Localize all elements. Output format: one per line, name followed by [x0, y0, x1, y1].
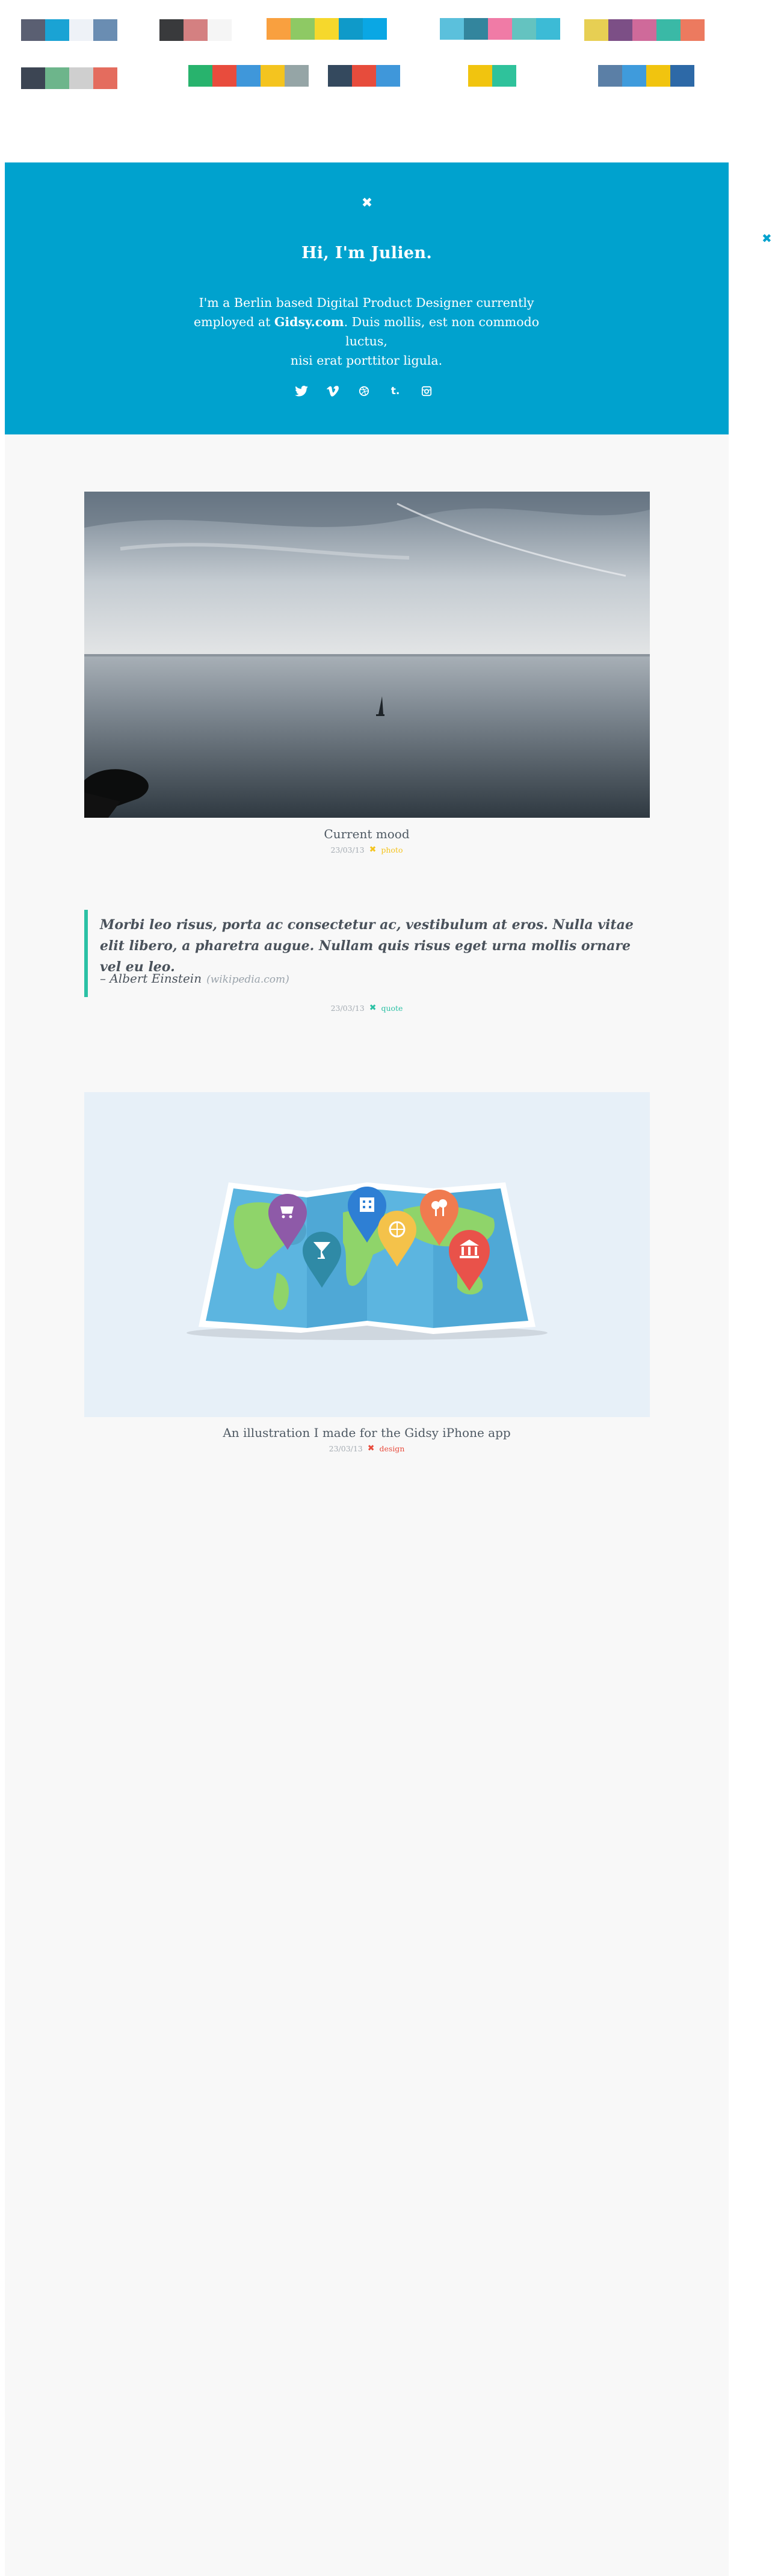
instagram-icon[interactable]	[418, 383, 435, 400]
color-swatch	[21, 19, 45, 41]
page-title: Hi, I'm Julien.	[301, 244, 433, 262]
category-link[interactable]: design	[380, 1444, 405, 1453]
color-swatch	[69, 67, 93, 89]
color-swatch	[363, 18, 387, 40]
color-swatch	[339, 18, 363, 40]
color-swatch	[670, 65, 694, 87]
color-swatch	[464, 18, 488, 40]
tumblr-icon[interactable]: t.	[387, 383, 404, 400]
quote-author: – Albert Einstein (wikipedia.com)	[100, 971, 289, 986]
color-swatch	[584, 19, 608, 41]
color-swatch	[328, 65, 352, 87]
bio-line: employed at Gidsy.com. Duis mollis, est …	[186, 312, 547, 351]
quote-source-link[interactable]: (wikipedia.com)	[206, 974, 289, 986]
color-swatch	[656, 19, 681, 41]
post-date: 23/03/13	[329, 1444, 363, 1453]
color-swatch	[598, 65, 622, 87]
intro-header: ✖ Hi, I'm Julien. I'm a Berlin based Dig…	[5, 162, 729, 434]
color-swatch	[159, 19, 184, 41]
color-swatch	[212, 65, 236, 87]
company-link[interactable]: Gidsy.com	[274, 315, 344, 329]
color-swatch	[512, 18, 536, 40]
color-swatch	[261, 65, 285, 87]
color-swatch	[440, 18, 464, 40]
close-icon[interactable]: ✖	[360, 196, 374, 211]
color-swatch	[93, 67, 117, 89]
color-swatch	[315, 18, 339, 40]
color-palette[interactable]	[159, 19, 232, 41]
color-swatch	[536, 18, 560, 40]
color-palette[interactable]	[21, 19, 117, 41]
post-date: 23/03/13	[330, 1003, 365, 1013]
post-meta: 23/03/13 ✖ photo	[5, 845, 729, 854]
post-meta: 23/03/13 ✖ design	[5, 1444, 729, 1453]
color-swatch	[646, 65, 670, 87]
bio-text-segment: . Duis mollis, est non commodo luctus,	[344, 315, 540, 348]
post-photo[interactable]	[84, 492, 650, 818]
color-swatch	[622, 65, 646, 87]
post-caption: Current mood	[324, 827, 410, 841]
quote-text: Morbi leo risus, porta ac consectetur ac…	[100, 917, 634, 975]
color-palette[interactable]	[21, 67, 117, 89]
color-swatch	[468, 65, 492, 87]
bio-text-segment: employed at	[193, 315, 274, 329]
world-map-illustration	[187, 1182, 548, 1340]
post-illustration[interactable]	[84, 1092, 650, 1417]
category-link[interactable]: quote	[381, 1004, 403, 1013]
color-swatch	[21, 67, 45, 89]
color-swatch	[632, 19, 656, 41]
color-palette[interactable]	[584, 19, 705, 41]
color-swatch	[45, 19, 69, 41]
color-swatch	[69, 19, 93, 41]
color-swatch	[376, 65, 400, 87]
category-icon: ✖	[367, 1444, 375, 1453]
color-swatch	[188, 65, 212, 87]
color-swatch	[681, 19, 705, 41]
dribbble-icon[interactable]	[356, 383, 372, 400]
color-swatch	[45, 67, 69, 89]
color-palette[interactable]	[328, 65, 400, 87]
main-column: ✖ Hi, I'm Julien. I'm a Berlin based Dig…	[5, 162, 729, 2576]
post-meta: 23/03/13 ✖ quote	[5, 1003, 729, 1013]
category-icon: ✖	[369, 1003, 377, 1013]
color-swatch	[285, 65, 309, 87]
bio-text: I'm a Berlin based Digital Product Desig…	[186, 293, 547, 370]
color-swatch	[208, 19, 232, 41]
color-swatch	[352, 65, 376, 87]
quote-author-name: – Albert Einstein	[100, 971, 202, 986]
color-swatch	[93, 19, 117, 41]
color-palette[interactable]	[440, 18, 560, 40]
post-caption: An illustration I made for the Gidsy iPh…	[223, 1425, 511, 1440]
twitter-icon[interactable]	[293, 383, 310, 400]
post-date: 23/03/13	[330, 845, 365, 854]
vimeo-icon[interactable]	[324, 383, 341, 400]
color-swatch	[184, 19, 208, 41]
category-link[interactable]: photo	[381, 845, 403, 854]
post-quote: Morbi leo risus, porta ac consectetur ac…	[84, 910, 647, 997]
bio-line: I'm a Berlin based Digital Product Desig…	[199, 295, 534, 310]
social-links: t.	[293, 383, 435, 400]
palette-gallery	[0, 0, 781, 162]
tumblr-glyph: t.	[390, 385, 400, 397]
color-palette[interactable]	[267, 18, 387, 40]
color-palette[interactable]	[598, 65, 694, 87]
color-swatch	[488, 18, 512, 40]
close-icon[interactable]: ✖	[762, 232, 774, 244]
sea-photo	[84, 492, 650, 818]
color-palette[interactable]	[468, 65, 516, 87]
color-swatch	[608, 19, 632, 41]
color-swatch	[236, 65, 261, 87]
bio-line: nisi erat porttitor ligula.	[290, 353, 443, 368]
color-swatch	[291, 18, 315, 40]
color-swatch	[492, 65, 516, 87]
color-palette[interactable]	[188, 65, 309, 87]
category-icon: ✖	[369, 845, 377, 854]
color-swatch	[267, 18, 291, 40]
